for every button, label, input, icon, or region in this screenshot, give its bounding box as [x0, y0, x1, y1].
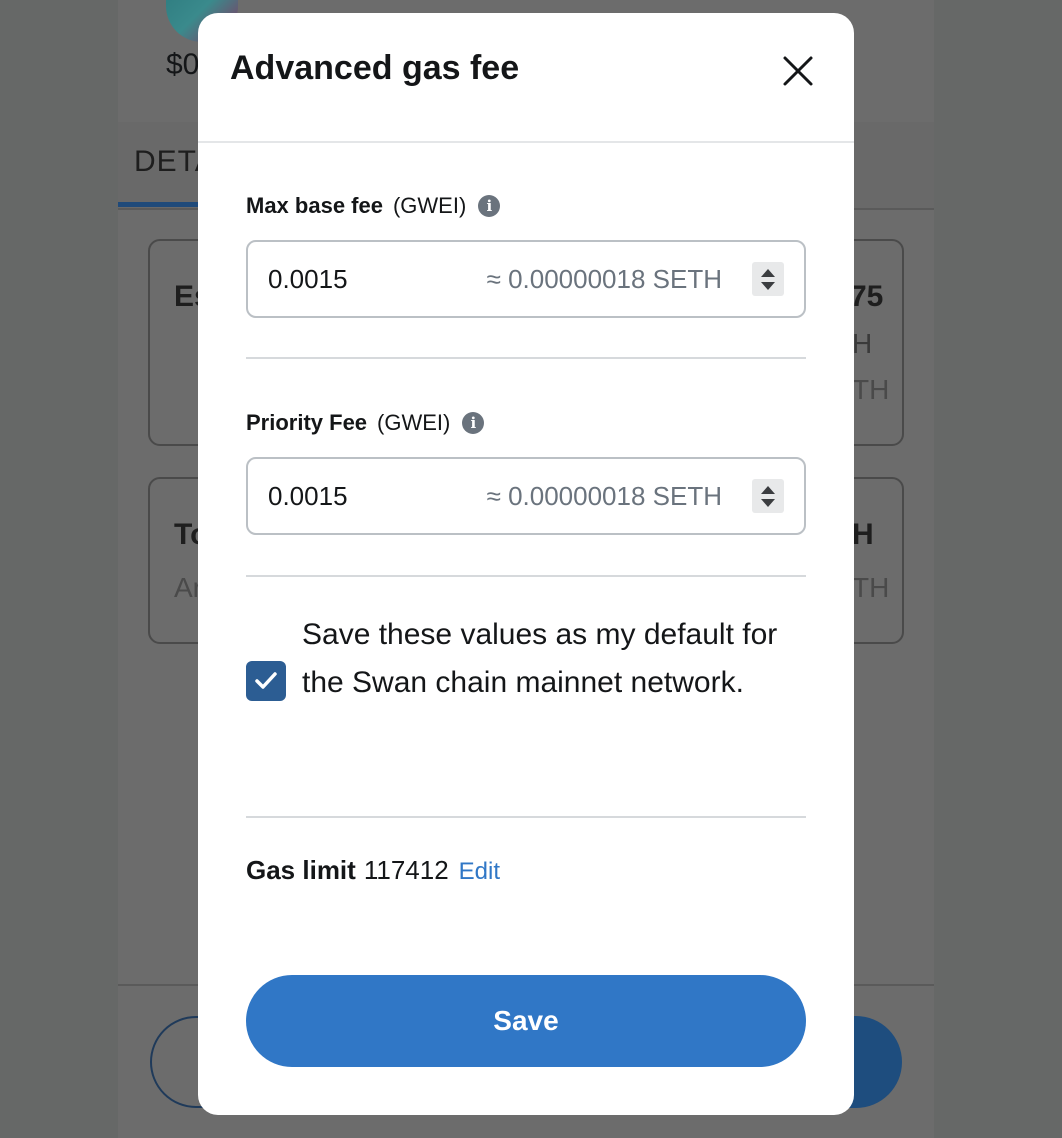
- chevron-down-icon[interactable]: [761, 281, 775, 290]
- divider: [246, 575, 806, 577]
- priority-fee-field[interactable]: ≈ 0.00000018 SETH: [246, 457, 806, 535]
- priority-fee-title: Priority Fee: [246, 410, 368, 435]
- modal-header: Advanced gas fee: [198, 13, 854, 143]
- info-icon[interactable]: i: [478, 195, 501, 217]
- max-base-fee-input[interactable]: [268, 264, 448, 295]
- background-card2-line2: TH: [852, 572, 890, 603]
- background-balance: $0: [166, 48, 200, 81]
- save-default-checkbox[interactable]: [246, 661, 286, 701]
- priority-fee-stepper[interactable]: [752, 479, 784, 513]
- max-base-fee-title: Max base fee: [246, 193, 383, 218]
- chevron-up-icon[interactable]: [761, 485, 775, 494]
- modal-title: Advanced gas fee: [230, 49, 520, 87]
- info-icon[interactable]: i: [462, 412, 485, 434]
- background-card1-line2: H: [852, 328, 873, 359]
- gas-limit-row: Gas limit 117412 Edit: [246, 855, 500, 886]
- max-base-fee-field[interactable]: ≈ 0.00000018 SETH: [246, 240, 806, 318]
- save-button[interactable]: Save: [246, 975, 806, 1067]
- gas-limit-value: 117412: [363, 855, 449, 885]
- close-icon[interactable]: [778, 51, 818, 91]
- max-base-fee-stepper[interactable]: [752, 262, 784, 296]
- save-default-label[interactable]: Save these values as my default for the …: [302, 611, 806, 707]
- priority-fee-approx: ≈ 0.00000018 SETH: [486, 481, 722, 511]
- max-base-fee-unit: (GWEI): [392, 193, 467, 218]
- checkmark-icon: [255, 672, 277, 689]
- chevron-down-icon[interactable]: [761, 498, 775, 507]
- background-card1-line3: TH: [852, 374, 890, 405]
- max-base-fee-label: Max base fee (GWEI) i: [246, 193, 501, 219]
- max-base-fee-approx: ≈ 0.00000018 SETH: [486, 264, 722, 294]
- gas-limit-label: Gas limit: [246, 855, 356, 885]
- gas-limit-edit-link[interactable]: Edit: [459, 858, 500, 886]
- priority-fee-input[interactable]: [268, 481, 448, 512]
- divider: [246, 357, 806, 359]
- background-card2-value: H: [852, 518, 874, 551]
- divider: [246, 816, 806, 818]
- chevron-up-icon[interactable]: [761, 268, 775, 277]
- background-card1-value: 75: [850, 280, 884, 313]
- advanced-gas-fee-modal: Advanced gas fee Max base fee (GWEI) i ≈…: [198, 13, 854, 1115]
- priority-fee-unit: (GWEI): [377, 410, 451, 435]
- priority-fee-label: Priority Fee (GWEI) i: [246, 410, 485, 436]
